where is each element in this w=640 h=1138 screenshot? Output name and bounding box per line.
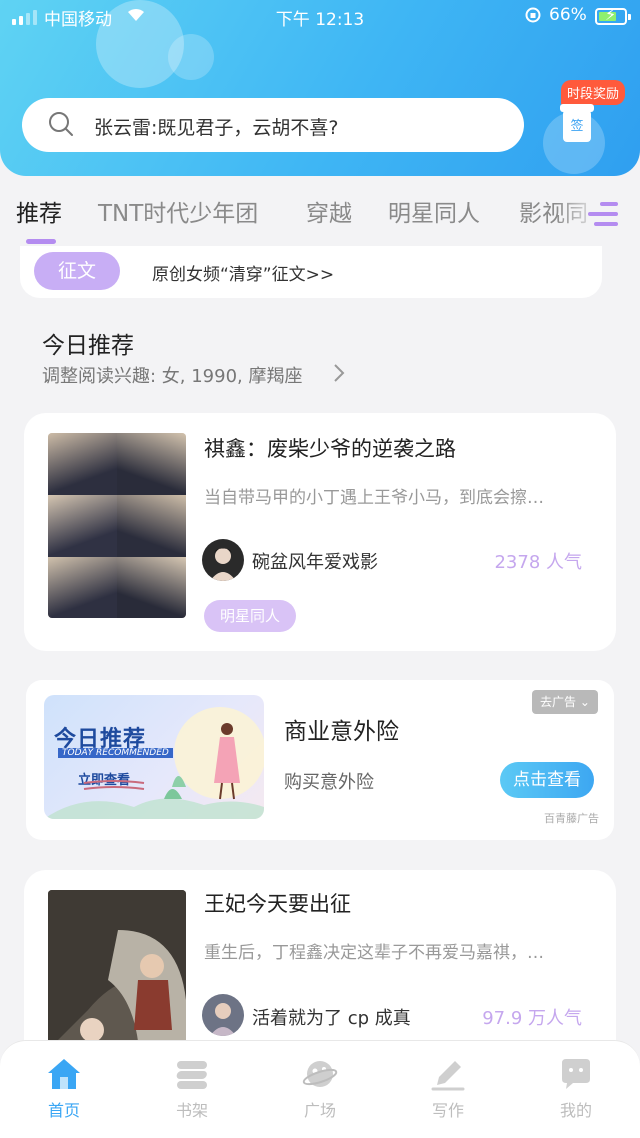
- popularity-count: 2378 人气: [494, 552, 582, 573]
- nav-label: 书架: [175, 1101, 208, 1120]
- battery-icon: ⚡: [595, 5, 631, 25]
- author-name[interactable]: 活着就为了 cp 成真: [252, 1004, 411, 1030]
- time-reward-button[interactable]: 时段奖励 签: [545, 80, 635, 150]
- ad-source: 百青藤广告: [544, 812, 599, 825]
- battery-percent: 66%: [549, 5, 587, 25]
- nav-label: 广场: [303, 1101, 336, 1120]
- reward-badge: 时段奖励: [561, 80, 626, 105]
- sign-in-label: 签: [570, 119, 584, 134]
- book-description: 当自带马甲的小丁遇上王爷小马，到底会擦…: [204, 488, 544, 508]
- genre-tag[interactable]: 明星同人: [204, 600, 297, 632]
- book-title[interactable]: 王妃今天要出征: [204, 888, 351, 918]
- tab-recommend[interactable]: 推荐: [16, 194, 62, 228]
- ad-title[interactable]: 商业意外险: [284, 712, 399, 746]
- contest-banner[interactable]: 征文 原创女频“清穿”征文>>: [20, 246, 602, 298]
- nav-plaza[interactable]: 广场: [280, 1055, 360, 1121]
- book-card[interactable]: 祺鑫：废柴少爷的逆袭之路 当自带马甲的小丁遇上王爷小马，到底会擦… 碗盆风年爱戏…: [24, 413, 616, 651]
- nav-label: 写作: [431, 1101, 464, 1120]
- remove-ad-button[interactable]: 去广告 ⌄: [532, 690, 598, 714]
- nav-me[interactable]: 我的: [536, 1055, 616, 1121]
- search-icon: [49, 112, 73, 136]
- status-bar: 中国移动 下午 12:13 66% ⚡: [0, 0, 640, 34]
- nav-label: 我的: [559, 1101, 592, 1120]
- ad-image[interactable]: 今日推荐 TODAY RECOMMENDED 立即查看: [44, 695, 264, 819]
- nav-label: 首页: [47, 1101, 80, 1120]
- tab-tnt[interactable]: TNT时代少年团: [98, 194, 258, 228]
- book-cover[interactable]: [48, 433, 186, 618]
- popularity-count: 97.9 万人气: [482, 1008, 582, 1029]
- contest-link[interactable]: 原创女频“清穿”征文>>: [152, 260, 334, 285]
- header: 中国移动 下午 12:13 66% ⚡ 张云雷:既见君子，云胡不喜? 时段奖励 …: [0, 0, 640, 176]
- category-tabs: 推荐 TNT时代少年团 穿越 明星同人 影视同: [0, 188, 640, 246]
- author-avatar[interactable]: [202, 539, 244, 581]
- decor-bubble: [168, 34, 214, 80]
- ad-card[interactable]: 今日推荐 TODAY RECOMMENDED 立即查看 商业意外险 购买意外险 …: [26, 680, 614, 840]
- contest-tag: 征文: [34, 252, 120, 290]
- gift-icon: 签: [560, 104, 594, 142]
- reading-interest-link[interactable]: 调整阅读兴趣: 女, 1990, 摩羯座: [42, 362, 302, 388]
- book-description: 重生后，丁程鑫决定这辈子不再爱马嘉祺，…: [204, 943, 544, 963]
- author-name[interactable]: 碗盆风年爱戏影: [252, 548, 378, 574]
- active-tab-indicator: [26, 239, 56, 244]
- author-avatar[interactable]: [202, 994, 244, 1036]
- category-menu-icon[interactable]: [588, 200, 618, 230]
- tab-celebrity-fanfic[interactable]: 明星同人: [388, 194, 480, 228]
- pen-icon: [431, 1061, 465, 1091]
- orientation-lock-icon: [524, 6, 542, 28]
- tab-time-travel[interactable]: 穿越: [306, 194, 352, 228]
- ad-description: 购买意外险: [284, 772, 374, 793]
- section-title: 今日推荐: [42, 333, 134, 359]
- nav-bookshelf[interactable]: 书架: [152, 1055, 232, 1121]
- chat-bubble-icon: [562, 1059, 590, 1089]
- clock: 下午 12:13: [275, 10, 365, 30]
- ad-illustration: [44, 707, 264, 819]
- home-icon: [48, 1059, 80, 1089]
- chevron-right-icon[interactable]: [332, 363, 346, 383]
- planet-icon: [302, 1061, 338, 1087]
- nav-home[interactable]: 首页: [24, 1055, 104, 1121]
- bottom-nav: 首页 书架 广场 写作 我的: [0, 1040, 640, 1138]
- bookshelf-icon: [176, 1061, 207, 1089]
- book-title[interactable]: 祺鑫：废柴少爷的逆袭之路: [204, 433, 456, 463]
- search-placeholder: 张云雷:既见君子，云胡不喜?: [94, 117, 339, 139]
- ad-view-button[interactable]: 点击查看: [500, 762, 594, 798]
- search-bar[interactable]: 张云雷:既见君子，云胡不喜?: [22, 98, 524, 152]
- nav-write[interactable]: 写作: [408, 1055, 488, 1121]
